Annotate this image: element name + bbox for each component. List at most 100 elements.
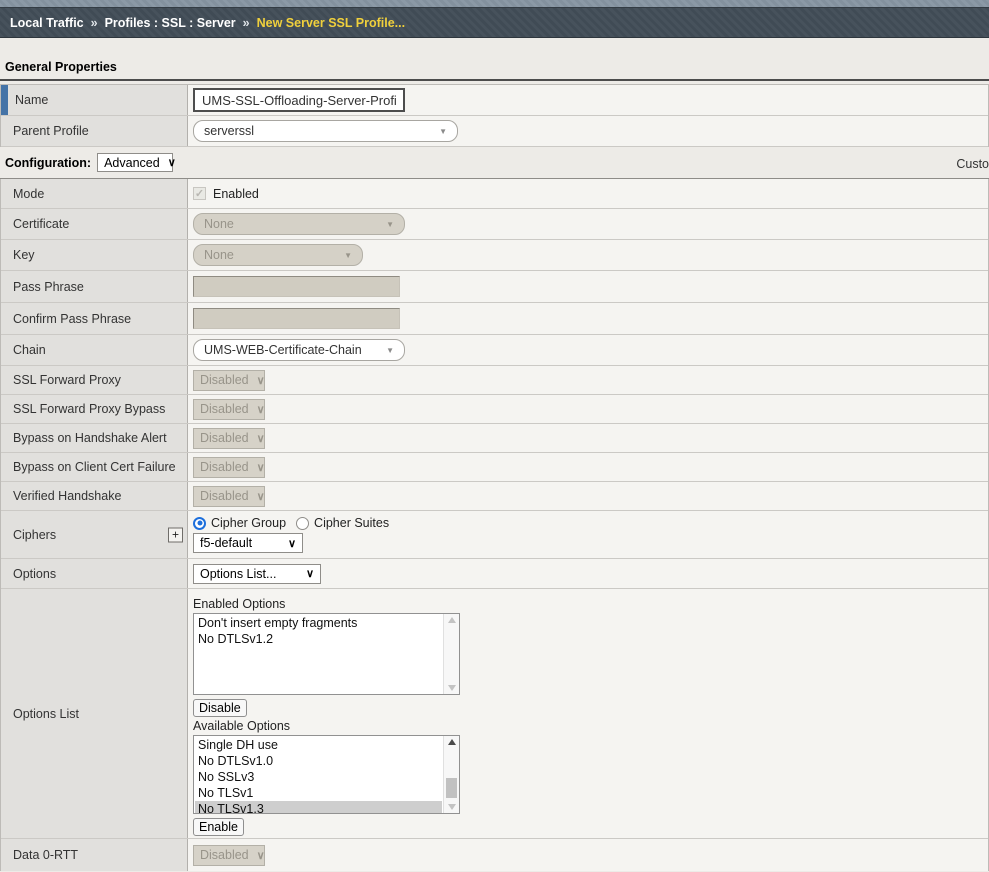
available-options-listbox[interactable]: Single DH use No DTLSv1.0 No SSLv3 No TL… [193, 735, 460, 815]
cipher-suites-radio[interactable] [296, 517, 309, 530]
table-row: Options List Enabled Options Don't inser… [1, 589, 988, 839]
certificate-select: None ▼ [193, 213, 405, 235]
table-row: Bypass on Client Cert Failure Disabled ∨ [1, 453, 988, 482]
table-row: Confirm Pass Phrase [1, 303, 988, 335]
chevron-down-icon: ∨ [257, 403, 265, 416]
chevron-down-icon: ∨ [257, 432, 265, 445]
scrollbar-thumb[interactable] [446, 778, 457, 798]
ssl-forward-proxy-select: Disabled ∨ [193, 370, 265, 391]
enabled-options-title: Enabled Options [193, 597, 285, 611]
table-row: Options Options List... ∨ [1, 559, 988, 589]
data-0rtt-label: Data 0-RTT [13, 848, 78, 862]
table-row: Mode ✓ Enabled [1, 179, 988, 209]
scroll-up-icon[interactable] [448, 617, 456, 623]
ssl-forward-proxy-label: SSL Forward Proxy [13, 373, 121, 387]
breadcrumb: Local Traffic » Profiles : SSL : Server … [0, 8, 989, 38]
table-row: Pass Phrase [1, 271, 988, 303]
chevron-down-icon: ▼ [386, 220, 394, 229]
chevron-down-icon: ∨ [257, 461, 265, 474]
cipher-group-radio[interactable] [193, 517, 206, 530]
table-row: Certificate None ▼ [1, 209, 988, 240]
available-options-scrollbar[interactable] [443, 736, 459, 814]
ssl-forward-proxy-bypass-label: SSL Forward Proxy Bypass [13, 402, 165, 416]
ciphers-expand-button[interactable]: + [168, 527, 183, 542]
custom-column-header: Custo [956, 157, 989, 171]
table-row: SSL Forward Proxy Bypass Disabled ∨ [1, 395, 988, 424]
table-row: Name [1, 85, 988, 116]
breadcrumb-item-local-traffic[interactable]: Local Traffic [10, 16, 84, 30]
options-label: Options [13, 567, 56, 581]
table-row: Data 0-RTT Disabled ∨ [1, 839, 988, 871]
pass-phrase-input [193, 276, 400, 297]
bypass-on-handshake-alert-label: Bypass on Handshake Alert [13, 431, 167, 445]
bypass-on-client-cert-failure-select: Disabled ∨ [193, 457, 265, 478]
chain-select[interactable]: UMS-WEB-Certificate-Chain ▼ [193, 339, 405, 361]
configuration-table: Mode ✓ Enabled Certificate None ▼ Key No… [0, 179, 989, 871]
confirm-pass-phrase-input [193, 308, 400, 329]
name-label-cell: Name [1, 85, 188, 115]
breadcrumb-separator-icon: » [91, 16, 98, 30]
scroll-down-icon[interactable] [448, 804, 456, 810]
available-options-title: Available Options [193, 719, 290, 733]
cipher-suites-radio-label: Cipher Suites [314, 516, 389, 530]
bypass-on-client-cert-failure-label: Bypass on Client Cert Failure [13, 460, 176, 474]
data-0rtt-select: Disabled ∨ [193, 845, 265, 866]
cipher-group-select[interactable]: f5-default ∨ [193, 533, 303, 553]
chevron-down-icon: ▼ [439, 127, 447, 136]
breadcrumb-current-page: New Server SSL Profile... [257, 16, 405, 30]
breadcrumb-separator-icon: » [243, 16, 250, 30]
enabled-options-listbox[interactable]: Don't insert empty fragments No DTLSv1.2 [193, 613, 460, 695]
list-item[interactable]: No TLSv1 [195, 785, 442, 801]
mode-enabled-checkbox: ✓ [193, 187, 206, 200]
scroll-up-icon[interactable] [448, 739, 456, 745]
table-row: SSL Forward Proxy Disabled ∨ [1, 366, 988, 395]
check-icon: ✓ [195, 187, 204, 200]
list-item[interactable]: Don't insert empty fragments [195, 615, 442, 631]
general-properties-heading: General Properties [0, 60, 989, 81]
chevron-down-icon: ∨ [288, 537, 296, 550]
table-row: Parent Profile serverssl ▼ [1, 116, 988, 147]
cipher-group-radio-label: Cipher Group [211, 516, 286, 530]
ciphers-label: Ciphers [13, 528, 56, 542]
breadcrumb-item-profiles-ssl-server[interactable]: Profiles : SSL : Server [105, 16, 236, 30]
parent-profile-label: Parent Profile [13, 124, 89, 138]
pass-phrase-label: Pass Phrase [13, 280, 84, 294]
table-row: Bypass on Handshake Alert Disabled ∨ [1, 424, 988, 453]
mode-checkbox-label: Enabled [213, 187, 259, 201]
parent-profile-select[interactable]: serverssl ▼ [193, 120, 458, 142]
configuration-level-select[interactable]: Advanced ∨ [97, 153, 173, 172]
chevron-down-icon: ▼ [386, 346, 394, 355]
configuration-header: Configuration: Advanced ∨ Custo [0, 147, 989, 179]
general-properties-table: Name Parent Profile serverssl ▼ [0, 84, 989, 147]
verified-handshake-select: Disabled ∨ [193, 486, 265, 507]
list-item[interactable]: No DTLSv1.2 [195, 631, 442, 647]
options-list-label: Options List [13, 707, 79, 721]
list-item[interactable]: Single DH use [195, 737, 442, 753]
chevron-down-icon: ▼ [344, 251, 352, 260]
list-item[interactable]: No DTLSv1.0 [195, 753, 442, 769]
chevron-down-icon: ∨ [306, 567, 314, 580]
options-select[interactable]: Options List... ∨ [193, 564, 321, 584]
enabled-options-scrollbar[interactable] [443, 614, 459, 694]
chevron-down-icon: ∨ [168, 156, 176, 169]
table-row: Chain UMS-WEB-Certificate-Chain ▼ [1, 335, 988, 366]
bypass-on-handshake-alert-select: Disabled ∨ [193, 428, 265, 449]
list-item[interactable]: No SSLv3 [195, 769, 442, 785]
scroll-down-icon[interactable] [448, 685, 456, 691]
disable-button[interactable]: Disable [193, 699, 247, 717]
chain-label: Chain [13, 343, 46, 357]
certificate-label: Certificate [13, 217, 69, 231]
configuration-label: Configuration: [5, 156, 91, 170]
parent-profile-value-cell: serverssl ▼ [188, 116, 988, 146]
mode-label: Mode [13, 187, 44, 201]
name-input[interactable] [193, 88, 405, 112]
table-row: Key None ▼ [1, 240, 988, 271]
confirm-pass-phrase-label: Confirm Pass Phrase [13, 312, 131, 326]
enable-button[interactable]: Enable [193, 818, 244, 836]
ssl-forward-proxy-bypass-select: Disabled ∨ [193, 399, 265, 420]
chevron-down-icon: ∨ [257, 849, 265, 862]
name-label: Name [15, 93, 48, 107]
list-item-selected[interactable]: No TLSv1.3 [195, 801, 442, 815]
key-select: None ▼ [193, 244, 363, 266]
chevron-down-icon: ∨ [257, 490, 265, 503]
